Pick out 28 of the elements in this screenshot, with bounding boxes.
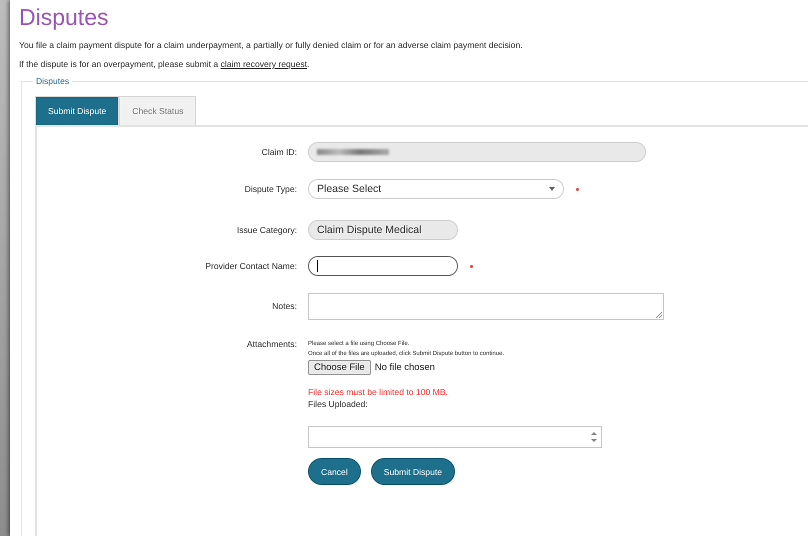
file-status: No file chosen bbox=[374, 362, 435, 373]
tab[interactable]: Submit Dispute bbox=[35, 96, 120, 125]
field-label: Provider Contact Name: bbox=[205, 261, 297, 271]
fieldset-legend: Disputes bbox=[33, 76, 72, 86]
submit-button[interactable]: Submit Dispute bbox=[370, 458, 456, 485]
notes-field[interactable] bbox=[308, 292, 664, 320]
field-label: Dispute Type: bbox=[244, 184, 297, 194]
dispute-type-select[interactable]: Please Select bbox=[308, 179, 564, 199]
readonly-field: Claim Dispute Medical bbox=[308, 220, 458, 240]
field-label: Claim ID: bbox=[262, 147, 297, 157]
files-uploaded-label: Files Uploaded: bbox=[308, 399, 368, 409]
input-field[interactable] bbox=[308, 256, 458, 276]
overpayment-text: If the dispute is for an overpayment, please submit a claim recovery request. bbox=[19, 59, 310, 69]
claim-recovery-link[interactable]: claim recovery request bbox=[220, 59, 308, 69]
spinner-arrows-icon bbox=[591, 430, 597, 444]
text-cursor bbox=[317, 260, 318, 272]
resize-grip-icon bbox=[655, 310, 662, 318]
uploaded-files-list[interactable] bbox=[308, 426, 602, 448]
caret-icon bbox=[549, 187, 555, 191]
tab[interactable]: Check Status bbox=[119, 96, 196, 125]
field-label: Attachments: bbox=[246, 339, 297, 349]
page-title: Disputes bbox=[19, 4, 108, 31]
choose-file-button[interactable]: Choose File bbox=[308, 360, 371, 375]
field-label: Issue Category: bbox=[236, 225, 297, 235]
field-label: Notes: bbox=[272, 301, 297, 311]
intro-text: You file a claim payment dispute for a claim underpayment, a partially or fully denied claim or for an adverse claim payment decision. bbox=[19, 40, 523, 50]
size-limit-warning: File sizes must be limited to 100 MB. bbox=[308, 387, 448, 397]
cancel-button[interactable]: Cancel bbox=[308, 458, 361, 485]
